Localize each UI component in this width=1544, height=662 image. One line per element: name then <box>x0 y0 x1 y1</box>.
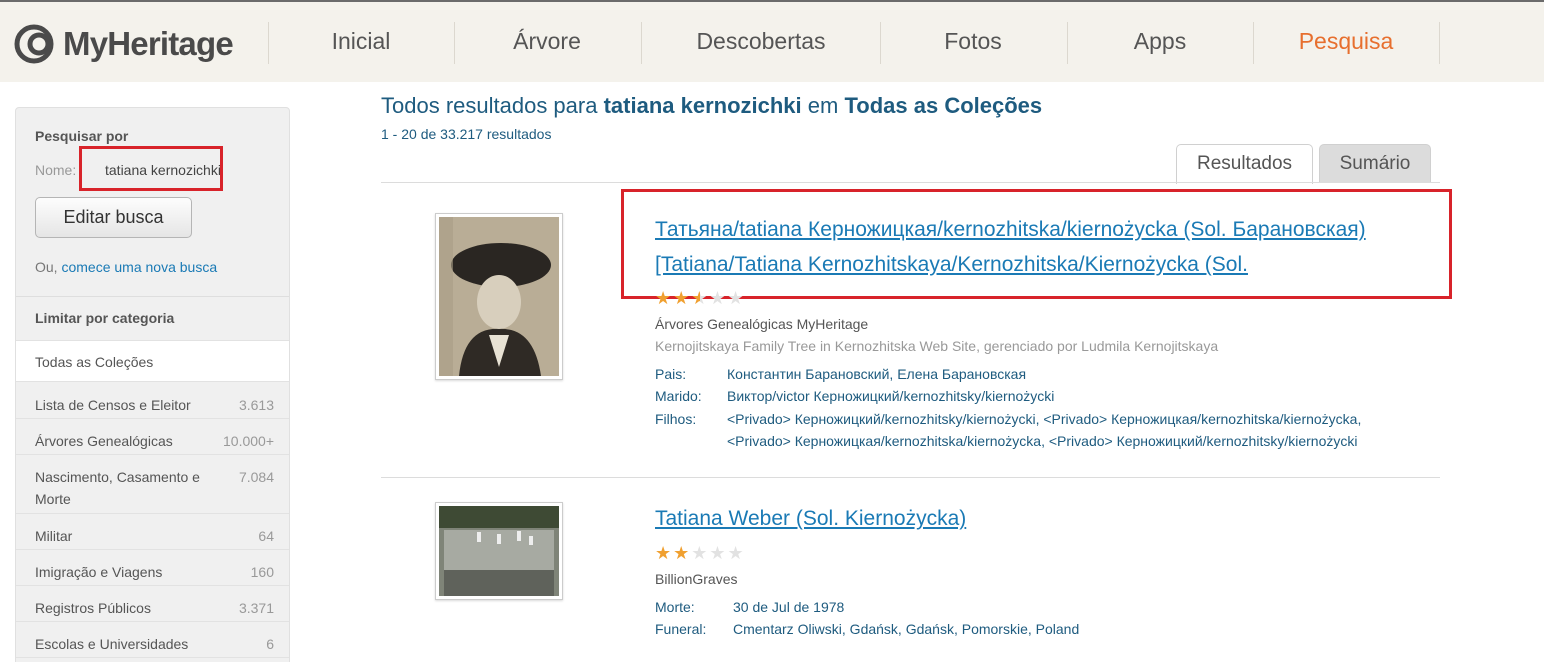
record-photo[interactable] <box>435 213 563 380</box>
nav-separator <box>268 22 269 64</box>
nav-separator <box>880 22 881 64</box>
record-title[interactable]: Tatiana Weber (Sol. Kiernożycka) <box>655 502 966 536</box>
category-count: 160 <box>250 564 274 580</box>
field-label: Pais: <box>655 366 687 382</box>
nav-item-fotos[interactable]: Fotos <box>902 28 1044 55</box>
sidebar-divider <box>16 296 289 297</box>
category-item[interactable]: Árvores Genealógicas 10.000+ <box>16 419 289 455</box>
name-label: Nome: <box>35 162 77 178</box>
empty-star-icon: ★★ <box>709 288 746 308</box>
name-highlight-box <box>79 146 223 191</box>
record-title-continued[interactable]: [Tatiana/Tatiana Kernozhitskaya/Kernozhi… <box>655 248 1248 282</box>
category-all-collections-label: Todas as Coleções <box>35 354 154 370</box>
category-item[interactable]: Registros Públicos 3.371 <box>16 586 289 622</box>
category-count: 10.000+ <box>223 433 274 449</box>
field-value-link[interactable]: Cmentarz Oliwski, Gdańsk, Gdańsk, Pomors… <box>733 621 1079 637</box>
category-count: 6 <box>266 636 274 652</box>
field-label: Filhos: <box>655 411 697 427</box>
category-item[interactable]: Nascimento, Casamento e Morte 7.084 <box>16 455 289 514</box>
category-count: 7.084 <box>238 469 274 485</box>
field-label: Funeral: <box>655 621 707 637</box>
new-search-prompt: Ou, comece uma nova busca <box>35 259 217 275</box>
category-heading: Limitar por categoria <box>35 310 175 326</box>
field-value-link[interactable]: Виктор/victor Керножицкий/kernozhitsky/k… <box>727 388 1054 404</box>
record-source-detail: Kernojitskaya Family Tree in Kernozhitsk… <box>655 338 1219 354</box>
nav-separator <box>1253 22 1254 64</box>
site-header: MyHeritage Inicial Árvore Descobertas Fo… <box>0 2 1544 82</box>
record-source: BillionGraves <box>655 571 738 587</box>
category-label: Militar <box>35 528 73 544</box>
field-value-link[interactable]: Константин Барановский, Елена Барановска… <box>727 366 1026 382</box>
category-label: Lista de Censos e Eleitor <box>35 397 191 413</box>
tab-resultados[interactable]: Resultados <box>1176 144 1313 184</box>
half-star-icon: ★ <box>691 288 710 308</box>
category-label: Imigração e Viagens <box>35 564 163 580</box>
results-collection: Todas as Coleções <box>844 93 1043 118</box>
category-item[interactable]: Militar 64 <box>16 514 289 550</box>
results-title-mid: em <box>807 93 839 118</box>
category-label: Nascimento, Casamento e Morte <box>35 469 200 507</box>
field-label: Marido: <box>655 388 702 404</box>
nav-item-inicial[interactable]: Inicial <box>290 28 432 55</box>
new-search-link[interactable]: comece uma nova busca <box>61 259 217 275</box>
search-by-heading: Pesquisar por <box>35 128 129 144</box>
category-count: 3.371 <box>238 600 274 616</box>
category-item[interactable]: Imigração e Viagens 160 <box>16 550 289 586</box>
portrait-photo <box>439 217 559 376</box>
results-rule <box>381 182 1440 183</box>
record-title[interactable]: Татьяна/tatiana Керножицкая/kernozhitska… <box>655 213 1366 247</box>
star-icon: ★★ <box>655 288 692 308</box>
field-value-link[interactable]: <Privado> Керножицкая/kernozhitska/kiern… <box>727 433 1357 449</box>
nav-separator <box>454 22 455 64</box>
nav-separator <box>1439 22 1440 64</box>
record-source: Árvores Genealógicas MyHeritage <box>655 316 869 332</box>
category-label: Registros Públicos <box>35 600 151 616</box>
nav-item-arvore[interactable]: Árvore <box>476 28 618 55</box>
nav-item-pesquisa[interactable]: Pesquisa <box>1275 28 1417 55</box>
category-item[interactable]: Escolas e Universidades 6 <box>16 622 289 658</box>
nav-item-apps[interactable]: Apps <box>1089 28 1231 55</box>
star-icon: ★★ <box>655 543 692 563</box>
field-value: 30 de Jul de 1978 <box>733 599 845 615</box>
myheritage-logo[interactable]: MyHeritage <box>14 24 234 64</box>
empty-star-icon: ★★★ <box>691 543 746 563</box>
field-label: Morte: <box>655 599 695 615</box>
tab-sumario[interactable]: Sumário <box>1319 144 1431 183</box>
search-sidebar: Pesquisar por Nome: tatiana kernozichki … <box>15 107 290 662</box>
record-divider <box>381 477 1440 478</box>
edit-search-button[interactable]: Editar busca <box>35 197 192 238</box>
nav-separator <box>1067 22 1068 64</box>
category-label: Escolas e Universidades <box>35 636 189 652</box>
record-photo[interactable] <box>435 502 563 600</box>
nav-separator <box>641 22 642 64</box>
match-rating: ★★★★★ <box>655 288 746 309</box>
category-count: 3.613 <box>238 397 274 413</box>
results-title-prefix: Todos resultados para <box>381 93 598 118</box>
category-item[interactable]: Lista de Censos e Eleitor 3.613 <box>16 383 289 419</box>
results-heading: Todos resultados para tatiana kernozichk… <box>381 93 1042 119</box>
match-rating: ★★★★★ <box>655 543 746 564</box>
brand-name: MyHeritage <box>63 25 234 62</box>
or-text: Ou, <box>35 259 58 275</box>
grave-photo <box>439 506 559 596</box>
myheritage-logo-icon <box>14 24 60 64</box>
results-query: tatiana kernozichki <box>603 93 802 118</box>
category-label: Árvores Genealógicas <box>35 433 173 449</box>
results-count: 1 - 20 de 33.217 resultados <box>381 126 552 142</box>
category-count: 64 <box>258 528 274 544</box>
field-value-link[interactable]: <Privado> Керножицкий/kernozhitsky/kiern… <box>727 411 1361 427</box>
nav-item-descobertas[interactable]: Descobertas <box>665 28 857 55</box>
category-all-collections[interactable]: Todas as Coleções <box>16 340 289 382</box>
